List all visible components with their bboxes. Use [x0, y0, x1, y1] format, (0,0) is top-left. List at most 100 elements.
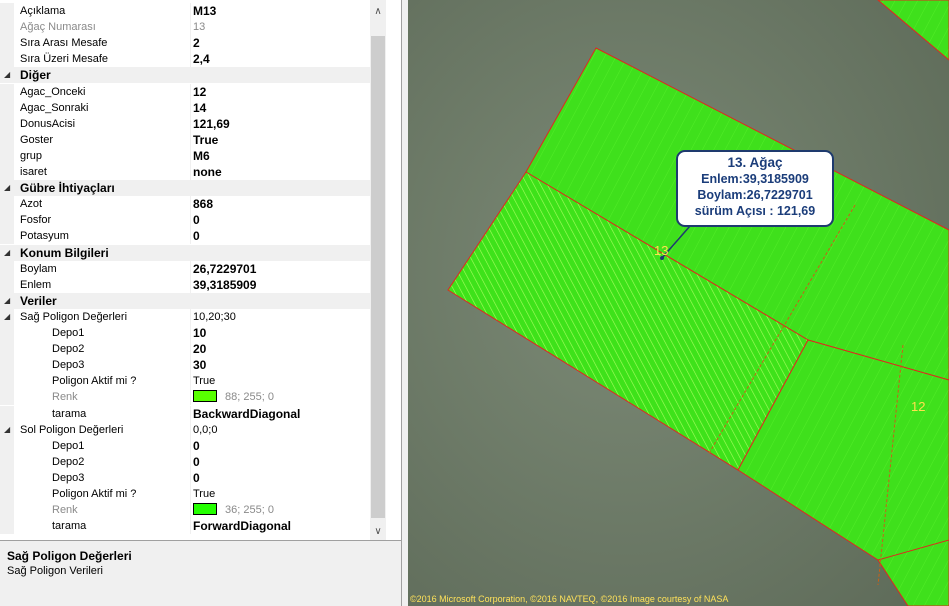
property-value[interactable]: 88; 255; 0 — [193, 389, 274, 405]
property-row[interactable]: Boylam 26,7229701 — [0, 260, 370, 277]
category-row[interactable]: ◢ Veriler — [0, 292, 370, 309]
property-value[interactable]: M13 — [193, 3, 216, 19]
category-row[interactable]: ◢ Konum Bilgileri — [0, 244, 370, 261]
property-row[interactable]: Fosfor 0 — [0, 212, 370, 229]
column-divider — [190, 389, 191, 406]
property-row[interactable]: Sıra Üzeri Mesafe 2,4 — [0, 51, 370, 68]
property-row[interactable]: Potasyum 0 — [0, 228, 370, 245]
property-row[interactable]: tarama ForwardDiagonal — [0, 518, 370, 535]
scroll-up-arrow-icon[interactable]: ∧ — [370, 4, 386, 20]
column-divider — [190, 3, 191, 20]
property-row[interactable]: isaret none — [0, 164, 370, 181]
property-row[interactable]: Azot 868 — [0, 196, 370, 213]
column-divider — [190, 83, 191, 100]
vertical-scrollbar[interactable]: ∧ ∨ — [370, 0, 386, 540]
property-row[interactable]: Depo2 20 — [0, 341, 370, 358]
tree-13-label[interactable]: 13 — [654, 243, 668, 258]
property-row[interactable]: tarama BackwardDiagonal — [0, 405, 370, 422]
row-gutter — [0, 357, 14, 374]
property-value[interactable]: True — [193, 132, 218, 148]
collapse-triangle-icon[interactable]: ◢ — [4, 70, 10, 80]
property-name: Sağ Poligon Değerleri — [20, 310, 128, 323]
property-value[interactable]: 121,69 — [193, 116, 230, 132]
property-value[interactable]: none — [193, 164, 222, 180]
property-row[interactable]: Agac_Onceki 12 — [0, 83, 370, 100]
column-divider — [190, 51, 191, 68]
row-gutter — [0, 325, 14, 342]
category-row[interactable]: ◢ Gübre İhtiyaçları — [0, 180, 370, 197]
property-row[interactable]: Depo3 30 — [0, 357, 370, 374]
property-value[interactable]: 0 — [193, 228, 200, 244]
column-divider — [190, 276, 191, 293]
tree-12-label[interactable]: 12 — [911, 399, 925, 414]
property-row[interactable]: Poligon Aktif mi ? True — [0, 373, 370, 390]
column-divider — [190, 373, 191, 390]
property-value[interactable]: 13 — [193, 19, 205, 35]
row-gutter — [0, 115, 14, 132]
property-value[interactable]: 14 — [193, 100, 206, 116]
property-value[interactable]: True — [193, 486, 215, 502]
collapse-triangle-icon[interactable]: ◢ — [4, 248, 10, 258]
property-value[interactable]: 0 — [193, 212, 200, 228]
property-value[interactable]: 10 — [193, 325, 206, 341]
scroll-down-arrow-icon[interactable]: ∨ — [370, 524, 386, 540]
property-row[interactable]: Goster True — [0, 131, 370, 148]
property-row[interactable]: Renk 88; 255; 0 — [0, 389, 370, 406]
property-row[interactable]: Depo1 0 — [0, 437, 370, 454]
property-name: Renk — [52, 504, 78, 517]
property-row[interactable]: Depo2 0 — [0, 453, 370, 470]
property-value[interactable]: 36; 255; 0 — [193, 502, 274, 518]
property-row[interactable]: Ağaç Numarası 13 — [0, 19, 370, 36]
property-row[interactable]: Renk 36; 255; 0 — [0, 502, 370, 519]
collapse-triangle-icon[interactable]: ◢ — [4, 425, 10, 435]
property-value[interactable]: BackwardDiagonal — [193, 406, 300, 422]
row-gutter — [0, 453, 14, 470]
row-gutter — [0, 469, 14, 486]
property-value[interactable]: 26,7229701 — [193, 261, 256, 277]
property-value[interactable]: 868 — [193, 196, 213, 212]
property-row[interactable]: Depo3 0 — [0, 469, 370, 486]
property-name: Fosfor — [20, 214, 52, 227]
column-divider — [190, 228, 191, 245]
property-row[interactable]: Depo1 10 — [0, 325, 370, 342]
property-row[interactable]: Enlem 39,3185909 — [0, 276, 370, 293]
property-row[interactable]: ◢ Sol Poligon Değerleri 0,0;0 — [0, 421, 370, 438]
property-value[interactable]: 39,3185909 — [193, 277, 256, 293]
property-row[interactable]: DonusAcisi 121,69 — [0, 115, 370, 132]
property-value[interactable]: 20 — [193, 341, 206, 357]
property-value[interactable]: M6 — [193, 148, 210, 164]
scroll-thumb[interactable] — [371, 36, 385, 518]
property-name: Depo1 — [52, 439, 85, 452]
collapse-triangle-icon[interactable]: ◢ — [4, 312, 10, 322]
collapse-triangle-icon[interactable]: ◢ — [4, 183, 10, 193]
property-value[interactable]: 2 — [193, 35, 200, 51]
callout-longitude: Boylam:26,7229701 — [697, 188, 813, 202]
property-value[interactable]: 0,0;0 — [193, 422, 217, 438]
map-view[interactable]: 13. Ağaç Enlem:39,3185909 Boylam:26,7229… — [408, 0, 949, 606]
category-row[interactable]: ◢ Diğer — [0, 67, 370, 84]
property-panel: Açıklama M13 Ağaç Numarası 13 Sıra Arası Mes… — [0, 0, 402, 606]
property-name: Boylam — [20, 262, 57, 275]
property-row[interactable]: Poligon Aktif mi ? True — [0, 486, 370, 503]
column-divider — [190, 405, 191, 422]
property-row[interactable]: grup M6 — [0, 147, 370, 164]
collapse-triangle-icon[interactable]: ◢ — [4, 296, 10, 306]
property-row[interactable]: ◢ Sağ Poligon Değerleri 10,20;30 — [0, 308, 370, 325]
column-divider — [190, 357, 191, 374]
row-gutter — [0, 518, 14, 535]
property-value[interactable]: 0 — [193, 470, 200, 486]
property-value[interactable]: 2,4 — [193, 51, 210, 67]
property-value[interactable]: 30 — [193, 357, 206, 373]
property-value[interactable]: ForwardDiagonal — [193, 518, 291, 534]
property-value[interactable]: 0 — [193, 454, 200, 470]
property-value[interactable]: True — [193, 373, 215, 389]
property-value[interactable]: 12 — [193, 84, 206, 100]
property-row[interactable]: Agac_Sonraki 14 — [0, 99, 370, 116]
property-row[interactable]: Sıra Arası Mesafe 2 — [0, 35, 370, 52]
map-canvas[interactable] — [408, 0, 949, 606]
property-name: isaret — [20, 166, 47, 178]
property-value[interactable]: 10,20;30 — [193, 309, 236, 325]
property-name: Depo2 — [52, 343, 85, 356]
property-value[interactable]: 0 — [193, 438, 200, 454]
property-row[interactable]: Açıklama M13 — [0, 3, 370, 20]
